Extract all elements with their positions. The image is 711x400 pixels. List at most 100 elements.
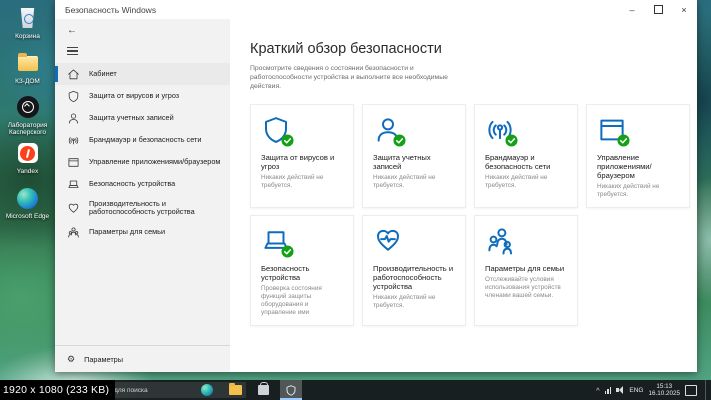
tile-firewall[interactable]: Брандмауэр и безопасность сети Никаких д…: [474, 104, 578, 208]
taskbar-app-icons: [196, 380, 302, 400]
tile-title: Защита от вирусов и угроз: [261, 153, 335, 171]
tile-status: Никаких действий не требуется.: [373, 174, 436, 189]
sidebar-item-device-performance[interactable]: Производительность и работоспособность у…: [55, 195, 230, 221]
gear-icon: ⚙: [67, 353, 76, 364]
sidebar-item-virus-protection[interactable]: Защита от вирусов и угроз: [55, 85, 230, 107]
language-indicator[interactable]: ENG: [629, 387, 643, 394]
desktop-icon-label: Yandex: [16, 168, 39, 175]
close-button[interactable]: ×: [671, 0, 697, 19]
check-badge-icon: [617, 134, 630, 147]
sidebar-item-settings[interactable]: ⚙ Параметры: [55, 345, 230, 372]
tile-title: Защита учетных записей: [373, 153, 431, 171]
taskbar-clock[interactable]: 15:13 16.10.2025: [648, 383, 680, 398]
sidebar-item-label: Производительность и работоспособность у…: [89, 198, 195, 217]
maximize-button[interactable]: [645, 0, 671, 19]
back-button[interactable]: ←: [55, 19, 230, 41]
tile-family-options[interactable]: Параметры для семьи Отслеживайте условия…: [474, 215, 578, 326]
file-explorer-taskbar-button[interactable]: [224, 380, 246, 400]
main-content: Краткий обзор безопасности Просмотрите с…: [230, 19, 697, 372]
tile-status: Никаких действий не требуется.: [597, 183, 660, 198]
family-icon: [488, 228, 512, 255]
folder-icon: [15, 50, 41, 76]
clock-date: 16.10.2025: [648, 390, 680, 397]
page-title: Краткий обзор безопасности: [250, 41, 442, 57]
file-explorer-icon: [228, 383, 242, 395]
sidebar-item-family-options[interactable]: Параметры для семьи: [55, 221, 230, 243]
heart-icon: [377, 229, 399, 251]
dark-app-icon: [15, 94, 41, 120]
tile-device-security[interactable]: Безопасность устройства Проверка состоян…: [250, 215, 354, 326]
image-size-caption: 1920 x 1080 (233 KB): [0, 380, 116, 400]
family-icon: [67, 226, 80, 239]
windows-security-icon: [286, 384, 296, 396]
tile-account-protection[interactable]: Защита учетных записей Никаких действий …: [362, 104, 466, 208]
tile-status: Никаких действий не требуется.: [485, 174, 548, 189]
tile-virus-protection[interactable]: Защита от вирусов и угроз Никаких действ…: [250, 104, 354, 208]
heart-icon: [67, 202, 80, 215]
desktop-icon-label: Microsoft Edge: [5, 213, 50, 220]
tile-title: Управление приложениями/браузером: [597, 153, 652, 180]
desktop-icon-label: Лаборатория Касперского: [7, 122, 48, 136]
tile-status: Проверка состояния функций защиты оборуд…: [261, 285, 322, 316]
desktop-icon-yandex[interactable]: Yandex: [0, 140, 55, 175]
desktop-icon-edge[interactable]: Microsoft Edge: [0, 185, 55, 220]
sidebar-item-label: Кабинет: [89, 68, 117, 78]
clock-time: 15:13: [656, 382, 673, 390]
shield-icon: [67, 90, 80, 103]
sidebar-item-label: Брандмауэр и безопасность сети: [89, 134, 202, 144]
sidebar-item-home[interactable]: Кабинет: [55, 63, 230, 86]
tile-title: Безопасность устройства: [261, 264, 310, 282]
windows-security-taskbar-button[interactable]: [280, 380, 302, 400]
page-subtitle: Просмотрите сведения о состоянии безопас…: [250, 65, 448, 90]
sidebar-item-label: Управление приложениями/браузером: [89, 156, 221, 166]
store-icon: [257, 382, 269, 395]
network-icon[interactable]: [604, 386, 612, 394]
system-tray: ^ ENG 15:13 16.10.2025: [596, 380, 709, 400]
window-title: Безопасность Windows: [65, 4, 157, 15]
windows-security-window: Безопасность Windows – × ← Кабинет Защит…: [55, 0, 697, 372]
yandex-icon: [15, 140, 41, 166]
firewall-icon: [67, 134, 80, 147]
edge-icon: [201, 384, 213, 396]
recycle-bin-icon: [15, 5, 41, 31]
sidebar-item-app-browser-control[interactable]: Управление приложениями/браузером: [55, 151, 230, 173]
security-tiles: Защита от вирусов и угроз Никаких действ…: [250, 104, 697, 326]
maximize-icon: [653, 5, 663, 14]
tile-app-browser-control[interactable]: Управление приложениями/браузером Никаки…: [586, 104, 690, 208]
store-taskbar-button[interactable]: [252, 380, 274, 400]
home-icon: [67, 68, 80, 81]
desktop-icon-label: Корзина: [15, 33, 40, 40]
tile-device-performance[interactable]: Производительность и работоспособность у…: [362, 215, 466, 326]
tile-title: Параметры для семьи: [485, 264, 565, 273]
desktop-icon-recycle-bin[interactable]: Корзина: [0, 5, 55, 40]
taskbar: Введите здесь текст для поиска 1920 x 10…: [0, 380, 711, 400]
tray-chevron-icon[interactable]: ^: [596, 386, 600, 395]
check-badge-icon: [281, 134, 294, 147]
person-icon: [67, 112, 80, 125]
check-badge-icon: [505, 134, 518, 147]
sidebar-item-label: Параметры: [84, 354, 123, 364]
desktop-icon-label: КЗ-ДОМ: [15, 78, 40, 85]
tile-status: Никаких действий не требуется.: [261, 174, 324, 189]
desktop-icon-folder[interactable]: КЗ-ДОМ: [0, 50, 55, 85]
check-badge-icon: [281, 245, 294, 258]
tile-title: Производительность и работоспособность у…: [373, 264, 454, 291]
tile-status: Отслеживайте условия использования устро…: [485, 276, 561, 299]
show-desktop-button[interactable]: [705, 380, 709, 400]
hamburger-menu-icon[interactable]: [67, 47, 78, 56]
action-center-icon[interactable]: [685, 384, 697, 396]
browser-icon: [67, 156, 80, 169]
edge-taskbar-button[interactable]: [196, 380, 218, 400]
title-bar: Безопасность Windows – ×: [55, 0, 697, 19]
sidebar-item-account-protection[interactable]: Защита учетных записей: [55, 107, 230, 129]
edge-icon: [15, 185, 41, 211]
volume-icon[interactable]: [616, 386, 624, 394]
laptop-icon: [67, 178, 80, 191]
sidebar-item-label: Защита учетных записей: [89, 112, 174, 122]
tile-title: Брандмауэр и безопасность сети: [485, 153, 551, 171]
minimize-button[interactable]: –: [619, 0, 645, 19]
sidebar-item-firewall[interactable]: Брандмауэр и безопасность сети: [55, 129, 230, 151]
desktop-icon-dark-app[interactable]: Лаборатория Касперского: [0, 94, 55, 136]
sidebar-item-label: Параметры для семьи: [89, 227, 166, 237]
sidebar-item-device-security[interactable]: Безопасность устройства: [55, 173, 230, 195]
